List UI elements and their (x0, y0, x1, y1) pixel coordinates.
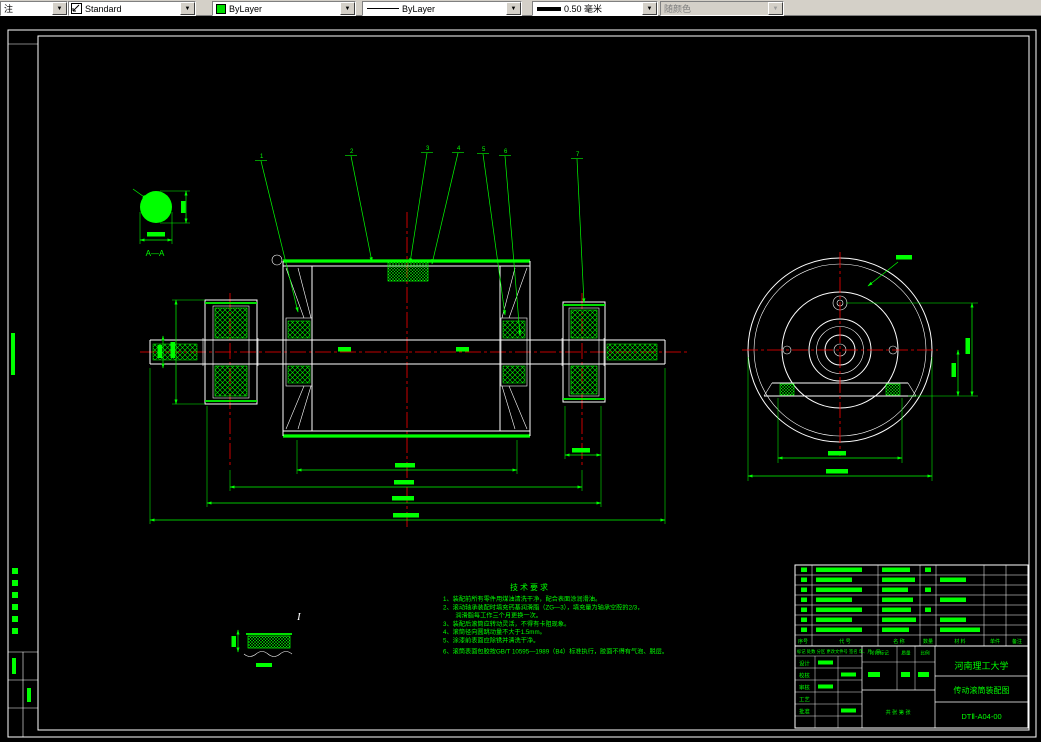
color-swatch-icon (216, 3, 226, 14)
svg-text:名 称: 名 称 (893, 638, 904, 645)
color-combo[interactable]: ByLayer ▼ (212, 1, 356, 16)
revision-header: 标记 处数 分区 更改文件号 签名 年、月、日 (797, 648, 880, 655)
svg-text:润滑脂每工作三个月更换一次。: 润滑脂每工作三个月更换一次。 (443, 612, 542, 620)
svg-text:单件: 单件 (990, 638, 1000, 645)
cad-application-window: 注 ▼ Standard ▼ ByLayer ▼ ByLayer ▼ 0.50 … (0, 0, 1041, 742)
stage-headers: 阶段标记 质量 比例 (870, 650, 930, 657)
drawing-title: 传动滚筒装配图 (954, 685, 1010, 695)
lineweight-label: 0.50 毫米 (564, 3, 603, 14)
lagging-hatch (387, 260, 429, 282)
svg-text:2: 2 (350, 149, 354, 155)
drawing-canvas[interactable]: A—A 1 2 3 4 5 6 7 技术要求 1、装配前所有零件用煤油清洗干净，… (0, 0, 1041, 742)
svg-text:3: 3 (426, 146, 430, 152)
lineweight-icon (537, 6, 561, 11)
chevron-down-icon[interactable]: ▼ (52, 2, 67, 15)
notes-title: 技术要求 (510, 582, 550, 592)
section-detail-aa: A—A (132, 188, 190, 258)
main-assembly-view: 1 2 3 4 5 6 7 (140, 146, 688, 527)
dim-style-icon (71, 3, 82, 14)
svg-text:3、装配后滚筒应转动灵活，不得有卡阻现象。: 3、装配后滚筒应转动灵活，不得有卡阻现象。 (443, 620, 570, 628)
chevron-down-icon[interactable]: ▼ (642, 2, 657, 15)
svg-text:序号: 序号 (798, 638, 808, 645)
bom-entry-bars (801, 567, 980, 632)
svg-text:工艺: 工艺 (799, 697, 810, 704)
keyway-right (606, 343, 658, 361)
svg-text:数量: 数量 (923, 638, 933, 645)
pin-circle (271, 254, 283, 266)
chevron-down-icon: ▼ (768, 2, 783, 15)
svg-text:5: 5 (482, 147, 486, 153)
svg-text:批准: 批准 (799, 708, 810, 716)
end-view (742, 252, 978, 481)
svg-text:校核: 校核 (799, 672, 810, 680)
svg-text:1、装配前所有零件用煤油清洗干净，配合表面涂润滑油。: 1、装配前所有零件用煤油清洗干净，配合表面涂润滑油。 (443, 595, 601, 603)
text-style-combo[interactable]: Standard ▼ (68, 1, 196, 16)
svg-text:4、滚筒径向圆跳动量不大于1.5mm。: 4、滚筒径向圆跳动量不大于1.5mm。 (443, 628, 546, 636)
margin-annotations (11, 333, 31, 702)
technical-notes: 技术要求 1、装配前所有零件用煤油清洗干净，配合表面涂润滑油。 2、滚动轴承装配… (443, 582, 668, 656)
dim-style-combo[interactable]: 注 ▼ (0, 1, 68, 16)
svg-text:2、滚动轴承装配时填充钙基润滑脂（ZG—3），填充量为轴承空: 2、滚动轴承装配时填充钙基润滑脂（ZG—3），填充量为轴承空腔的2/3， (443, 603, 643, 611)
drum-shell (271, 254, 531, 438)
svg-text:代 号: 代 号 (839, 638, 850, 645)
linetype-combo[interactable]: ByLayer ▼ (362, 1, 522, 16)
svg-text:5、涂漆前表面应除锈并清洗干净。: 5、涂漆前表面应除锈并清洗干净。 (443, 637, 539, 645)
plotstyle-combo: 随颜色 ▼ (660, 1, 784, 16)
chevron-down-icon[interactable]: ▼ (506, 2, 521, 15)
color-label: ByLayer (229, 3, 263, 14)
svg-text:审核: 审核 (799, 684, 810, 692)
section-circle (140, 191, 172, 223)
plotstyle-label: 随颜色 (664, 3, 692, 14)
svg-text:材 料: 材 料 (954, 638, 965, 645)
lineweight-combo[interactable]: 0.50 毫米 ▼ (532, 1, 658, 16)
svg-text:设计: 设计 (799, 660, 810, 668)
detail-i: I (231, 611, 302, 667)
properties-toolbar: 注 ▼ Standard ▼ ByLayer ▼ ByLayer ▼ 0.50 … (0, 0, 1041, 16)
sheet-count: 共 张 第 张 (885, 708, 911, 716)
svg-text:4: 4 (457, 146, 461, 152)
svg-text:阶段标记: 阶段标记 (870, 650, 889, 657)
svg-text:质量: 质量 (901, 650, 911, 657)
svg-text:6、滚筒表面包胶按GB/T 10595—1989（B4）标准: 6、滚筒表面包胶按GB/T 10595—1989（B4）标准执行，胶面不得有气泡… (443, 648, 668, 656)
linetype-icon (367, 8, 399, 9)
svg-text:比例: 比例 (920, 650, 930, 657)
svg-text:备注: 备注 (1012, 638, 1022, 645)
bom-headers: 序号 代 号 名 称 数量 材 料 单件 备注 (798, 638, 1022, 645)
part-callouts: 1 2 3 4 5 6 7 (255, 146, 586, 336)
svg-text:1: 1 (260, 154, 264, 160)
dim-style-partial-label: 注 (4, 3, 14, 14)
svg-text:7: 7 (576, 152, 580, 158)
linetype-label: ByLayer (402, 3, 436, 14)
svg-text:6: 6 (504, 149, 508, 155)
text-style-label: Standard (85, 3, 122, 14)
title-block: 序号 代 号 名 称 数量 材 料 单件 备注 标记 处数 分区 更改文件号 签… (794, 564, 1029, 729)
detail-label: I (296, 611, 302, 623)
drawing-number: DTⅡ-A04-00 (961, 712, 1001, 721)
organization-name: 河南理工大学 (954, 660, 1008, 671)
chevron-down-icon[interactable]: ▼ (180, 2, 195, 15)
chevron-down-icon[interactable]: ▼ (340, 2, 355, 15)
section-label: A—A (146, 249, 165, 258)
